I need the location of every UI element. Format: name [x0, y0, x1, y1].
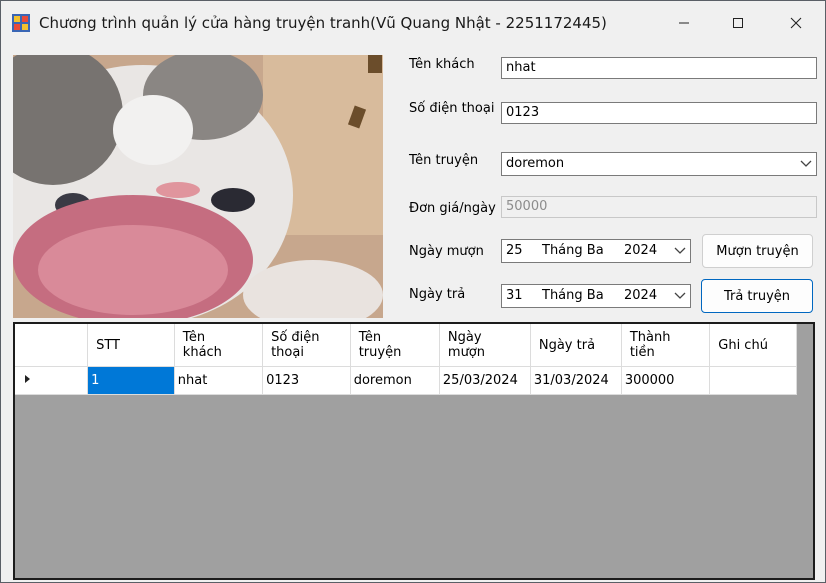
return-date-picker[interactable]: 31 Tháng Ba 2024	[501, 284, 691, 308]
column-header-comic[interactable]: Tên truyện	[350, 324, 440, 367]
rental-table: STT Tên khách Số điện thoại Tên truyện Ngày…	[15, 324, 813, 395]
column-header-line1: STT	[96, 337, 120, 353]
column-header-customer[interactable]: Tên khách	[174, 324, 264, 367]
window-title: Chương trình quản lý cửa hàng truyện tra…	[39, 14, 607, 32]
borrow-date-day: 25	[506, 243, 523, 258]
borrow-comic-button[interactable]: Mượn truyện	[702, 234, 813, 268]
column-header-borrow-date[interactable]: Ngày mượn	[439, 324, 531, 367]
maximize-icon	[733, 18, 743, 28]
phone-label: Số điện thoại	[409, 101, 495, 116]
chevron-down-icon	[674, 247, 686, 254]
column-header-return-date[interactable]: Ngày trả	[530, 324, 622, 367]
borrow-date-picker[interactable]: 25 Tháng Ba 2024	[501, 239, 691, 263]
minimize-button[interactable]	[655, 1, 713, 45]
column-header-line2: tiền	[629, 345, 655, 360]
cell-comic[interactable]: doremon	[350, 366, 440, 395]
column-header-line1: Số điện	[271, 330, 320, 345]
title-bar[interactable]: Chương trình quản lý cửa hàng truyện tra…	[1, 1, 825, 45]
column-header-note[interactable]: Ghi chú	[709, 324, 797, 367]
chevron-down-icon	[800, 160, 812, 167]
current-row-arrow-icon	[25, 375, 30, 383]
column-header-line2: mượn	[447, 345, 486, 360]
main-window: Chương trình quản lý cửa hàng truyện tra…	[0, 0, 826, 583]
maximize-button[interactable]	[709, 1, 767, 45]
comic-name-label: Tên truyện	[409, 153, 479, 168]
return-date-label: Ngày trả	[409, 287, 466, 302]
phone-input[interactable]: 0123	[501, 102, 817, 124]
column-header-filler	[796, 324, 813, 367]
close-icon	[790, 17, 802, 29]
borrow-date-month: Tháng Ba	[542, 243, 604, 258]
return-date-year: 2024	[624, 288, 658, 303]
borrow-date-year: 2024	[624, 243, 658, 258]
price-label: Đơn giá/ngày	[409, 201, 496, 216]
price-input: 50000	[501, 196, 817, 218]
cell-customer[interactable]: nhat	[174, 366, 264, 395]
cell-return-date[interactable]: 31/03/2024	[530, 366, 622, 395]
app-icon	[12, 14, 30, 32]
customer-name-input[interactable]: nhat	[501, 57, 817, 79]
cell-stt[interactable]: 1	[87, 366, 175, 395]
borrow-date-label: Ngày mượn	[409, 244, 484, 259]
chevron-down-icon	[674, 292, 686, 299]
row-filler	[796, 366, 813, 395]
column-header-total[interactable]: Thành tiền	[621, 324, 711, 367]
column-header-line1: Ngày trả	[538, 337, 596, 353]
return-date-day: 31	[506, 288, 523, 303]
return-date-month: Tháng Ba	[542, 288, 604, 303]
minimize-icon	[679, 22, 689, 24]
close-button[interactable]	[767, 1, 825, 45]
grid-header-row: STT Tên khách Số điện thoại Tên truyện Ngày…	[15, 324, 813, 367]
cell-total[interactable]: 300000	[621, 366, 711, 395]
customer-name-label: Tên khách	[409, 57, 475, 72]
cell-borrow-date[interactable]: 25/03/2024	[439, 366, 531, 395]
table-row[interactable]: 1 nhat 0123 doremon 25/03/2024 31/03/202…	[15, 366, 813, 395]
cell-note[interactable]	[709, 366, 797, 395]
comic-select-value: doremon	[506, 156, 565, 171]
row-header-corner	[15, 324, 89, 367]
rental-grid[interactable]: STT Tên khách Số điện thoại Tên truyện Ngày…	[13, 322, 815, 580]
column-header-line2: truyện	[358, 345, 402, 360]
comic-select[interactable]: doremon	[501, 152, 817, 176]
column-header-line1: Ghi chú	[718, 337, 768, 353]
cell-phone[interactable]: 0123	[262, 366, 351, 395]
column-header-line1: Tên	[182, 330, 206, 345]
column-header-phone[interactable]: Số điện thoại	[262, 324, 351, 367]
return-comic-button[interactable]: Trả truyện	[701, 279, 813, 313]
column-header-line2: khách	[182, 345, 222, 360]
cat-photo	[13, 55, 383, 318]
column-header-line1: Ngày	[447, 330, 482, 345]
column-header-line2: thoại	[271, 345, 304, 360]
column-header-line1: Tên	[358, 330, 382, 345]
column-header-line1: Thành	[629, 330, 671, 345]
column-header-stt[interactable]: STT	[87, 324, 175, 367]
row-header[interactable]	[15, 366, 89, 395]
